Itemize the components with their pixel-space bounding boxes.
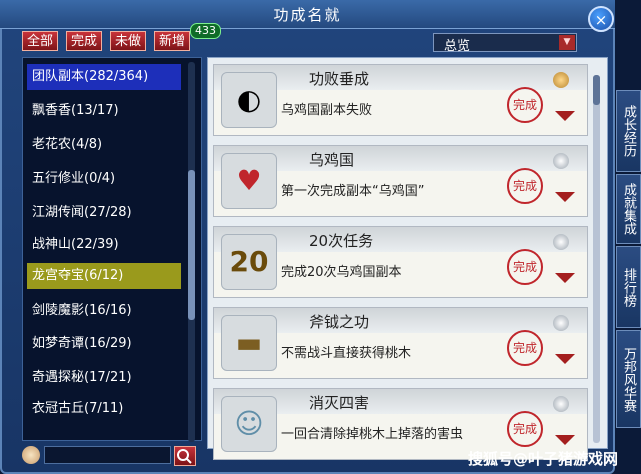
- expand-icon[interactable]: [555, 192, 575, 202]
- expand-icon[interactable]: [555, 435, 575, 445]
- overview-dropdown[interactable]: 总览 ▼: [433, 33, 577, 54]
- achievement-desc: 第一次完成副本“乌鸡国”: [281, 184, 425, 199]
- wood-plank-icon: ▬: [221, 315, 277, 371]
- broken-jade-icon: ◐: [221, 72, 277, 128]
- number-20-icon: 20: [221, 234, 277, 290]
- ghost-icon: ☺: [221, 396, 277, 452]
- category-item[interactable]: 奇遇探秘(17/21): [27, 365, 181, 391]
- peach-icon: [22, 446, 40, 464]
- category-item[interactable]: 团队副本(282/364): [27, 64, 181, 90]
- achievement-card[interactable]: ◐ 功败垂成 乌鸡国副本失败 完成: [213, 64, 588, 136]
- category-item[interactable]: 剑陵魔影(16/16): [27, 298, 181, 324]
- completed-seal: 完成: [507, 168, 543, 204]
- expand-icon[interactable]: [555, 354, 575, 364]
- achievement-card[interactable]: ▬ 斧钺之功 不需战斗直接获得桃木 完成: [213, 307, 588, 379]
- category-item[interactable]: 江湖传闻(27/28): [27, 200, 181, 226]
- category-item[interactable]: 龙宫夺宝(6/12): [27, 263, 181, 289]
- close-button[interactable]: ×: [588, 6, 614, 32]
- expand-icon[interactable]: [555, 111, 575, 121]
- chevron-down-icon[interactable]: ▼: [559, 35, 575, 50]
- achievement-desc: 完成20次乌鸡国副本: [281, 265, 402, 280]
- search-button[interactable]: [174, 446, 196, 466]
- peach-icon: [553, 234, 569, 250]
- achievement-title: 乌鸡国: [309, 151, 355, 169]
- completed-seal: 完成: [507, 411, 543, 447]
- dropdown-label: 总览: [444, 39, 471, 54]
- window-title: 功成名就: [273, 6, 342, 24]
- achievement-scroll-thumb[interactable]: [593, 75, 600, 105]
- filter-not-done-button[interactable]: 未做: [110, 31, 147, 51]
- filter-new-button[interactable]: 新增: [154, 31, 191, 51]
- achievement-title: 功败垂成: [309, 70, 370, 88]
- achievement-card[interactable]: 20 20次任务 完成20次乌鸡国副本 完成: [213, 226, 588, 298]
- completed-seal: 完成: [507, 87, 543, 123]
- search-icon: [177, 449, 192, 464]
- expand-icon[interactable]: [555, 273, 575, 283]
- new-count-badge: 433: [190, 23, 221, 39]
- category-item[interactable]: 如梦奇谭(16/29): [27, 331, 181, 357]
- peach-icon: [553, 396, 569, 412]
- category-scroll-thumb[interactable]: [188, 170, 195, 320]
- achievement-desc: 乌鸡国副本失败: [281, 103, 373, 118]
- search-input[interactable]: [44, 446, 171, 464]
- lock-icon: [553, 72, 569, 88]
- window-titlebar: 功成名就: [0, 0, 615, 29]
- achievement-title: 20次任务: [309, 232, 374, 250]
- filter-done-button[interactable]: 完成: [66, 31, 103, 51]
- achievement-desc: 不需战斗直接获得桃木: [281, 346, 412, 361]
- peach-icon: [553, 315, 569, 331]
- achievement-title: 消灭四害: [309, 394, 370, 412]
- tab-ranking[interactable]: 排行榜: [616, 246, 641, 328]
- completed-seal: 完成: [507, 249, 543, 285]
- category-item[interactable]: 五行修业(0/4): [27, 166, 181, 192]
- category-item[interactable]: 衣冠古丘(7/11): [27, 396, 181, 422]
- tab-growth[interactable]: 成长经历: [616, 90, 641, 172]
- tab-wanbang[interactable]: 万邦风华赛: [616, 330, 641, 428]
- achievement-scrollbar[interactable]: [593, 75, 600, 443]
- category-scrollbar[interactable]: [188, 62, 195, 442]
- watermark: 搜狐号@叶子猪游戏网: [468, 450, 619, 468]
- category-item[interactable]: 老花农(4/8): [27, 132, 181, 158]
- completed-seal: 完成: [507, 330, 543, 366]
- filter-all-button[interactable]: 全部: [22, 31, 59, 51]
- heart-icon: ♥: [221, 153, 277, 209]
- category-item[interactable]: 战神山(22/39): [27, 232, 181, 258]
- tab-achievements[interactable]: 成就集成: [616, 174, 641, 244]
- achievement-title: 斧钺之功: [309, 313, 370, 331]
- peach-icon: [553, 153, 569, 169]
- achievement-desc: 一回合清除掉桃木上掉落的害虫: [281, 427, 464, 442]
- achievement-card[interactable]: ♥ 乌鸡国 第一次完成副本“乌鸡国” 完成: [213, 145, 588, 217]
- category-item[interactable]: 飘香香(13/17): [27, 98, 181, 124]
